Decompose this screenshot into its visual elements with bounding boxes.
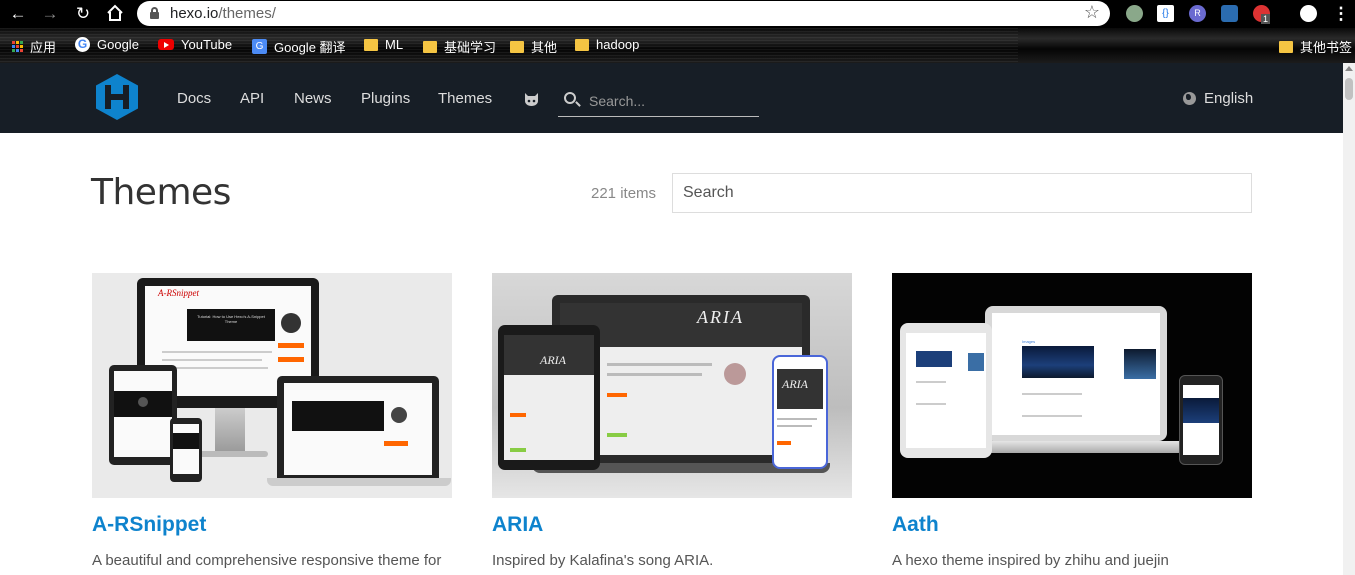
color-extension-icon[interactable] — [1300, 5, 1317, 22]
url-text: hexo.io/themes/ — [170, 5, 276, 22]
scroll-up-arrow-icon[interactable] — [1345, 66, 1353, 71]
json-extension-icon[interactable]: {} — [1157, 5, 1174, 22]
screen-brand-text: A-RSnippet — [158, 288, 199, 298]
theme-card-aria: ARIA ARIA ARIA ARIA Inspired by Kalafina… — [492, 273, 852, 570]
theme-screenshot[interactable]: ARIA ARIA ARIA — [492, 273, 852, 498]
site-header: Docs API News Plugins Themes English — [0, 63, 1343, 133]
page-scrollbar[interactable] — [1343, 63, 1355, 575]
address-bar[interactable]: hexo.io/themes/ ☆ — [137, 1, 1110, 26]
google-icon: G — [75, 37, 90, 52]
screen-headline-text: Tutorial: How to Use Hexo's A-Snippet Th… — [197, 314, 265, 324]
screen-brand-text: Images — [1022, 339, 1036, 344]
folder-icon — [510, 40, 524, 53]
reload-icon[interactable]: ↻ — [73, 4, 93, 24]
bookmark-folder-hadoop[interactable]: hadoop — [575, 37, 639, 52]
nav-plugins[interactable]: Plugins — [361, 90, 410, 107]
bookmark-google-translate[interactable]: G Google 翻译 — [252, 37, 346, 56]
theme-description: Inspired by Kalafina's song ARIA. — [492, 552, 714, 569]
folder-icon — [1279, 40, 1293, 53]
theme-screenshot[interactable]: Images — [892, 273, 1252, 498]
badge-extension-icon[interactable]: 1 — [1253, 5, 1271, 24]
r-extension-icon[interactable]: R — [1189, 5, 1206, 22]
cloud-extension-icon[interactable] — [1221, 5, 1238, 22]
bookmark-folder-ml[interactable]: ML — [364, 37, 403, 52]
forward-arrow-icon[interactable]: → — [40, 4, 60, 24]
scrollbar-thumb[interactable] — [1345, 78, 1353, 100]
browser-toolbar: ← → ↻ hexo.io/themes/ ☆ {} R 1 ⋮ — [0, 0, 1355, 28]
language-selector[interactable]: English — [1183, 90, 1253, 107]
site-search-input[interactable] — [589, 90, 754, 112]
bookmark-star-icon[interactable]: ☆ — [1084, 2, 1100, 23]
theme-search-input[interactable] — [672, 173, 1252, 213]
youtube-icon — [158, 39, 174, 50]
apps-grid-icon — [11, 41, 23, 53]
github-icon[interactable] — [524, 92, 539, 106]
folder-icon — [575, 38, 589, 51]
nav-api[interactable]: API — [240, 90, 264, 107]
extension-icon[interactable] — [1126, 5, 1143, 22]
nav-news[interactable]: News — [294, 90, 332, 107]
folder-icon — [364, 38, 378, 51]
search-icon — [564, 92, 576, 104]
bookmark-apps[interactable]: 应用 — [11, 37, 56, 56]
bookmarks-bar: 应用 G Google YouTube G Google 翻译 ML 基础学习 其他… — [0, 28, 1355, 63]
lock-icon — [150, 7, 159, 19]
bookmark-other-bookmarks[interactable]: 其他书签 — [1279, 37, 1352, 56]
theme-title[interactable]: A-RSnippet — [92, 513, 452, 537]
theme-card-aath: Images Aath A hexo theme inspired by zhi… — [892, 273, 1252, 570]
theme-title[interactable]: ARIA — [492, 513, 852, 537]
theme-count: 221 items — [591, 185, 657, 202]
bookmark-folder-other[interactable]: 其他 — [510, 37, 557, 56]
theme-title[interactable]: Aath — [892, 513, 1252, 537]
home-icon[interactable] — [105, 4, 125, 24]
bookmark-youtube[interactable]: YouTube — [158, 37, 232, 52]
theme-screenshot[interactable]: A-RSnippet Tutorial: How to Use Hexo's A… — [92, 273, 452, 498]
globe-icon — [1183, 92, 1196, 105]
nav-docs[interactable]: Docs — [177, 90, 211, 107]
site-search — [558, 86, 759, 117]
page-title: Themes — [91, 172, 231, 213]
folder-icon — [423, 40, 437, 53]
theme-description: A hexo theme inspired by zhihu and jueji… — [892, 552, 1169, 569]
screen-brand-text: ARIA — [697, 307, 744, 327]
extension-badge: 1 — [1261, 14, 1271, 24]
bookmark-folder-basics[interactable]: 基础学习 — [423, 37, 496, 56]
theme-description: A beautiful and comprehensive responsive… — [92, 552, 442, 569]
theme-card-a-rsnippet: A-RSnippet Tutorial: How to Use Hexo's A… — [92, 273, 452, 570]
bookmark-google[interactable]: G Google — [75, 37, 139, 52]
nav-themes[interactable]: Themes — [438, 90, 492, 107]
translate-icon: G — [252, 39, 267, 54]
menu-dots-icon[interactable]: ⋮ — [1331, 4, 1351, 24]
hexo-logo[interactable] — [96, 74, 138, 120]
back-arrow-icon[interactable]: ← — [8, 4, 28, 24]
